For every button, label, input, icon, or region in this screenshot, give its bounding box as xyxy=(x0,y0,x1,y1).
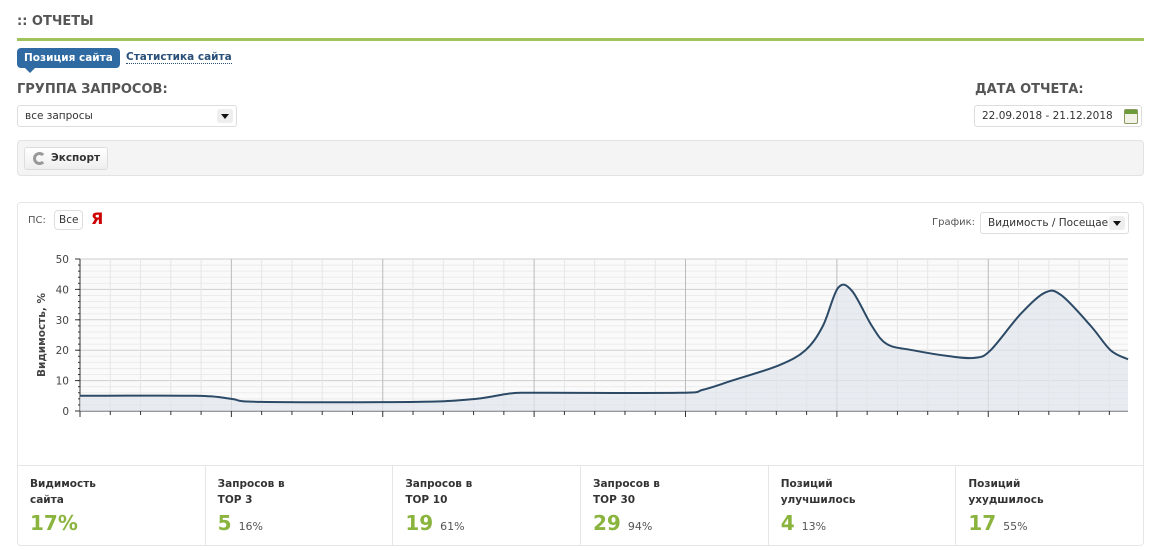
y-tick-label: 20 xyxy=(56,345,69,357)
stat-1: Запросов в ТОР 3 5 16% xyxy=(204,466,393,546)
stat-value: 17 55% xyxy=(968,511,1028,535)
stat-2: Запросов в ТОР 10 19 61% xyxy=(392,466,580,546)
y-tick-label: 40 xyxy=(56,284,69,296)
y-tick-label: 10 xyxy=(56,376,69,388)
stat-label: Позиций улучшилось xyxy=(780,478,856,506)
y-tick-label: 0 xyxy=(62,406,69,418)
stat-4: Позиций улучшилось 4 13% xyxy=(767,466,956,546)
stat-3: Запросов в ТОР 30 29 94% xyxy=(580,466,768,546)
stat-percent: 55% xyxy=(1003,520,1028,533)
stat-percent: 94% xyxy=(627,520,653,533)
stat-percent: 16% xyxy=(238,520,264,533)
stat-5: Позиций ухудшилось 17 55% xyxy=(955,466,1143,546)
y-axis-label: Видимость, % xyxy=(36,292,48,377)
stat-0: Видимость сайта 17% xyxy=(18,466,205,546)
stat-value: 19 61% xyxy=(405,511,465,535)
y-tick-label: 50 xyxy=(56,254,69,266)
stat-label: Запросов в ТОР 30 xyxy=(593,478,660,506)
stat-label: Видимость сайта xyxy=(30,478,96,506)
stat-label: Позиций ухудшилось xyxy=(968,478,1044,506)
stat-value: 29 94% xyxy=(593,511,653,535)
stat-value: 4 13% xyxy=(780,511,827,535)
stat-value: 5 16% xyxy=(217,511,264,535)
stat-percent: 61% xyxy=(440,520,465,533)
stat-value: 17% xyxy=(30,511,78,535)
y-tick-label: 30 xyxy=(56,315,69,327)
stat-label: Запросов в ТОР 3 xyxy=(217,478,285,506)
visibility-chart: 0 10 20 30 40 50 Видимость, % xyxy=(36,254,1129,418)
stats-row: Видимость сайта 17% Запросов в ТОР 3 5 16%… xyxy=(18,465,1143,546)
stat-percent: 13% xyxy=(801,520,827,533)
stat-label: Запросов в ТОР 10 xyxy=(405,478,473,506)
